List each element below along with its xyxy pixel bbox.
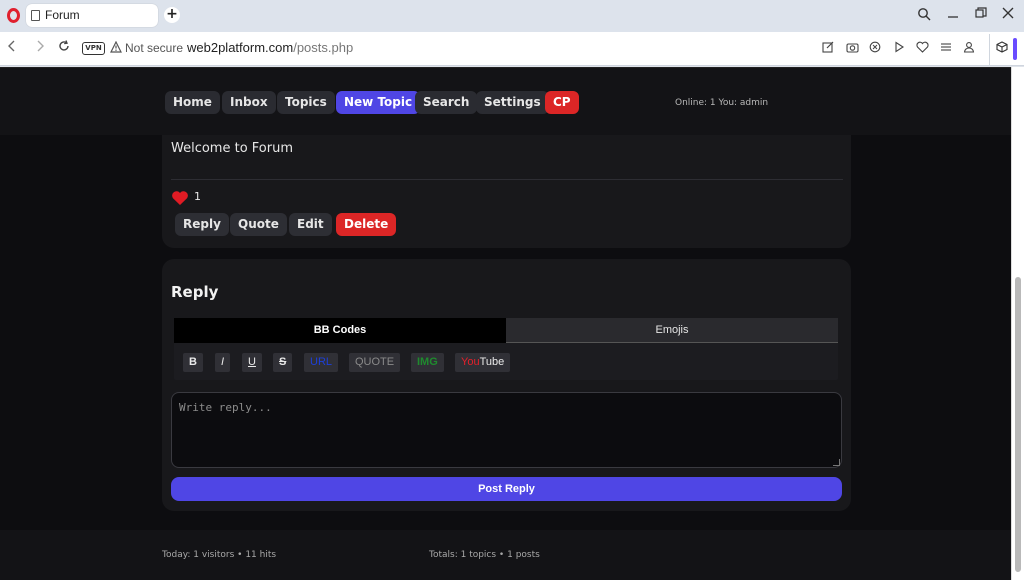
address-bar: VPN Not secure web2platform.com/posts.ph… — [0, 32, 1024, 66]
delete-button[interactable]: Delete — [336, 213, 397, 236]
nav-topics[interactable]: Topics — [277, 91, 335, 114]
security-label[interactable]: Not secure — [125, 41, 183, 55]
site-header: Home Inbox Topics New Topic Search Setti… — [0, 67, 1011, 135]
nav-settings[interactable]: Settings — [476, 91, 549, 114]
heart-outline-icon[interactable] — [915, 41, 929, 55]
browser-tab-bar: Forum + — [0, 0, 1024, 32]
italic-button[interactable]: I — [215, 353, 231, 372]
img-button[interactable]: IMG — [411, 353, 444, 372]
post-divider — [171, 179, 843, 180]
reply-textarea[interactable] — [171, 392, 842, 468]
youtube-label-red: You — [461, 356, 480, 368]
play-icon[interactable] — [892, 41, 906, 55]
shield-icon[interactable] — [868, 41, 882, 55]
page-viewport: Welcome to Forum 1 Reply Quote Edit Dele… — [0, 67, 1024, 580]
minimize-icon[interactable] — [945, 7, 961, 23]
sidebar-toggle[interactable] — [1013, 38, 1017, 60]
browser-tab[interactable]: Forum — [26, 4, 158, 27]
tab-bb-codes[interactable]: BB Codes — [174, 318, 506, 343]
site-footer: Today: 1 visitors • 11 hits Totals: 1 to… — [0, 530, 1011, 580]
quote-button[interactable]: Quote — [230, 213, 287, 236]
url-button[interactable]: URL — [304, 353, 339, 372]
scrollbar-thumb[interactable] — [1015, 277, 1021, 572]
warning-icon[interactable] — [110, 40, 122, 56]
edit-icon[interactable] — [821, 41, 835, 55]
post-reply-button[interactable]: Post Reply — [171, 477, 842, 501]
tab-title: Forum — [45, 8, 80, 22]
nav-inbox[interactable]: Inbox — [222, 91, 276, 114]
nav-home[interactable]: Home — [165, 91, 220, 114]
like-count: 1 — [194, 190, 201, 203]
totals-stats: Totals: 1 topics • 1 posts — [429, 550, 540, 560]
nav-new-topic[interactable]: New Topic — [336, 91, 421, 114]
visitor-stats: Today: 1 visitors • 11 hits — [162, 550, 277, 560]
edit-button[interactable]: Edit — [289, 213, 332, 236]
youtube-button[interactable]: YouTube — [455, 353, 511, 372]
account-icon[interactable] — [962, 41, 976, 55]
new-tab-button[interactable]: + — [164, 7, 180, 23]
post-body: Welcome to Forum — [171, 141, 293, 156]
extensions-cube-icon[interactable] — [996, 41, 1008, 56]
scrollbar[interactable] — [1011, 67, 1024, 580]
toolbar-separator — [989, 34, 990, 66]
forward-icon[interactable] — [32, 40, 48, 56]
search-tabs-icon[interactable] — [916, 7, 932, 23]
page-icon — [31, 10, 40, 21]
bold-button[interactable]: B — [183, 353, 203, 372]
url-field[interactable]: web2platform.com/posts.php — [187, 40, 353, 55]
reply-card: Reply BB Codes Emojis B I U S URL QUOTE … — [162, 259, 851, 511]
close-window-icon[interactable] — [1000, 7, 1016, 23]
camera-icon[interactable] — [845, 41, 859, 55]
reply-title: Reply — [171, 283, 219, 301]
online-status: Online: 1 You: admin — [675, 98, 769, 108]
tab-emojis[interactable]: Emojis — [506, 318, 838, 343]
editor-toolbar: BB Codes Emojis B I U S URL QUOTE IMG Yo… — [174, 318, 838, 380]
nav-cp[interactable]: CP — [545, 91, 579, 114]
menu-lines-icon[interactable] — [939, 41, 953, 55]
resize-handle[interactable] — [833, 459, 840, 466]
back-icon[interactable] — [4, 40, 20, 56]
heart-icon[interactable] — [171, 190, 189, 206]
url-path: /posts.php — [293, 40, 354, 55]
strike-button[interactable]: S — [273, 353, 293, 372]
opera-logo-icon[interactable] — [7, 8, 20, 23]
url-host: web2platform.com — [187, 40, 294, 55]
reply-button[interactable]: Reply — [175, 213, 229, 236]
youtube-label-rest: Tube — [479, 356, 505, 368]
vpn-badge[interactable]: VPN — [82, 42, 105, 55]
reload-icon[interactable] — [56, 40, 72, 56]
underline-button[interactable]: U — [242, 353, 262, 372]
restore-icon[interactable] — [973, 7, 989, 23]
nav-search[interactable]: Search — [415, 91, 478, 114]
quote-tag-button[interactable]: QUOTE — [349, 353, 401, 372]
